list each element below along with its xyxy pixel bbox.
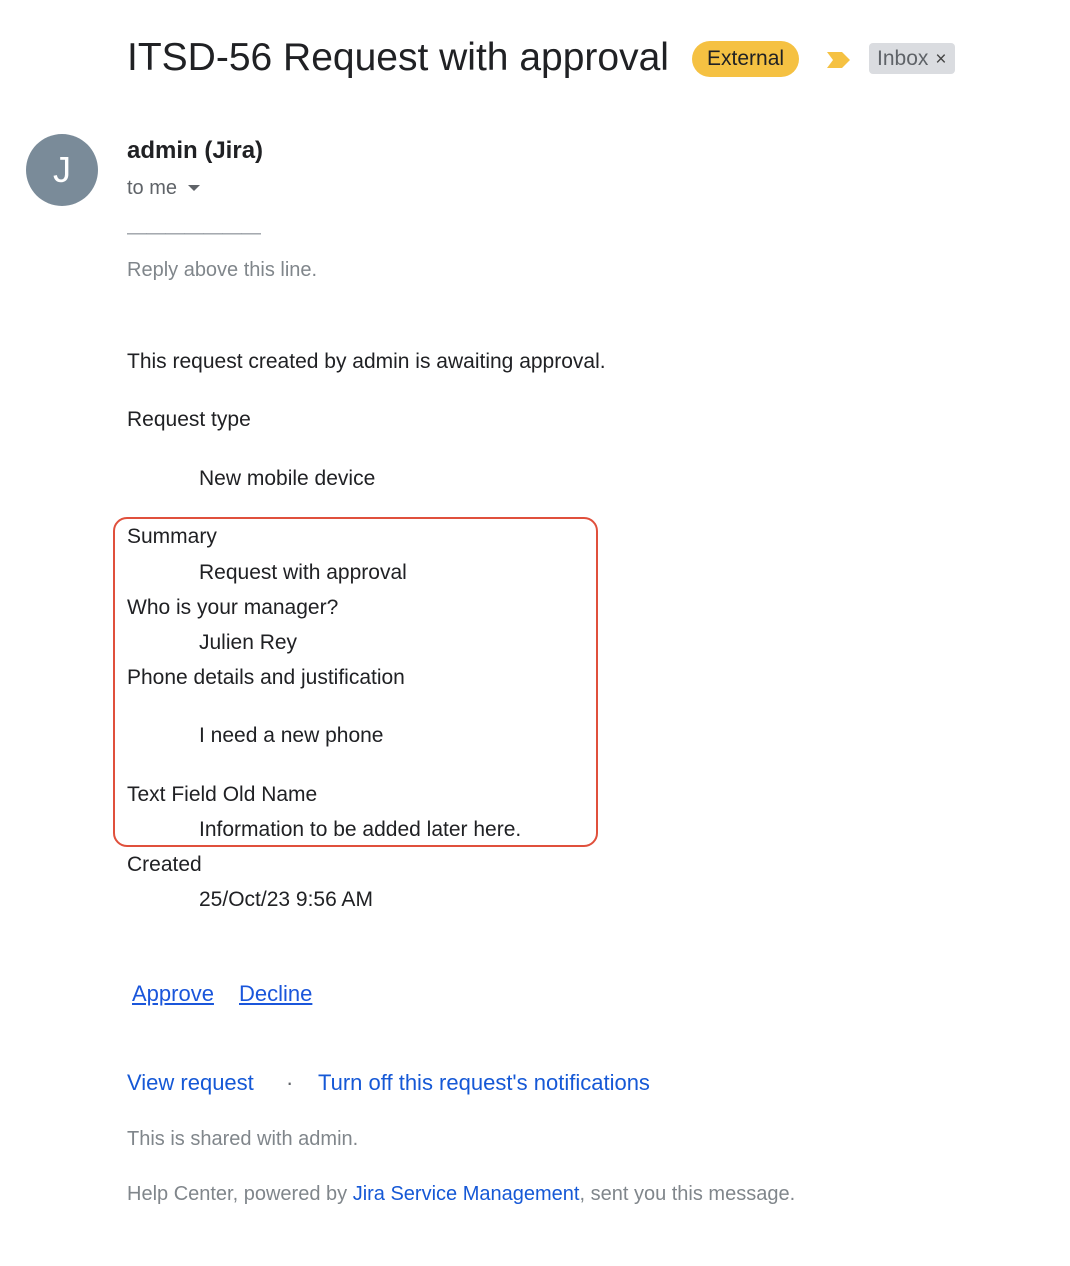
- field-label-manager: Who is your manager?: [127, 596, 339, 619]
- reply-above-line-text: Reply above this line.: [127, 259, 318, 281]
- recipient-label: to me: [127, 177, 178, 199]
- field-value-manager: Julien Rey: [199, 631, 298, 654]
- email-subject: ITSD-56 Request with approval: [127, 36, 669, 79]
- external-badge: External: [692, 41, 800, 77]
- powered-by-prefix: Help Center, powered by: [127, 1183, 353, 1205]
- chevron-down-icon[interactable]: [188, 185, 201, 191]
- inbox-label: Inbox: [877, 47, 929, 70]
- view-request-link[interactable]: View request: [127, 1069, 254, 1097]
- jira-service-management-link[interactable]: Jira Service Management: [353, 1183, 580, 1205]
- field-value-created: 25/Oct/23 9:56 AM: [199, 888, 373, 911]
- inbox-label-chip: Inbox ×: [869, 43, 956, 74]
- field-value-text-field: Information to be added later here.: [199, 818, 522, 841]
- remove-label-icon[interactable]: ×: [935, 49, 946, 70]
- recipient-details-toggle[interactable]: to me: [127, 175, 201, 201]
- importance-marker-icon[interactable]: [826, 49, 852, 71]
- field-label-summary: Summary: [127, 525, 217, 548]
- field-value-summary: Request with approval: [199, 561, 407, 584]
- powered-by-text: Help Center, powered by Jira Service Man…: [127, 1181, 795, 1207]
- powered-by-suffix: , sent you this message.: [579, 1183, 796, 1205]
- avatar[interactable]: J: [26, 134, 98, 206]
- approve-link[interactable]: Approve: [132, 980, 214, 1008]
- decline-link[interactable]: Decline: [239, 980, 312, 1008]
- field-value-request-type: New mobile device: [199, 467, 376, 490]
- intro-text: This request created by admin is awaitin…: [127, 350, 606, 373]
- turn-off-notifications-link[interactable]: Turn off this request's notifications: [318, 1069, 650, 1097]
- field-label-phone-details: Phone details and justification: [127, 666, 405, 689]
- reply-separator: ———————: [127, 222, 261, 244]
- field-label-created: Created: [127, 853, 202, 876]
- link-separator-dot: ·: [286, 1070, 294, 1095]
- shared-with-text: This is shared with admin.: [127, 1128, 359, 1150]
- field-label-request-type: Request type: [127, 408, 251, 431]
- field-value-phone-details: I need a new phone: [199, 724, 384, 747]
- sender-name[interactable]: admin (Jira): [127, 135, 263, 167]
- field-label-text-field: Text Field Old Name: [127, 783, 318, 806]
